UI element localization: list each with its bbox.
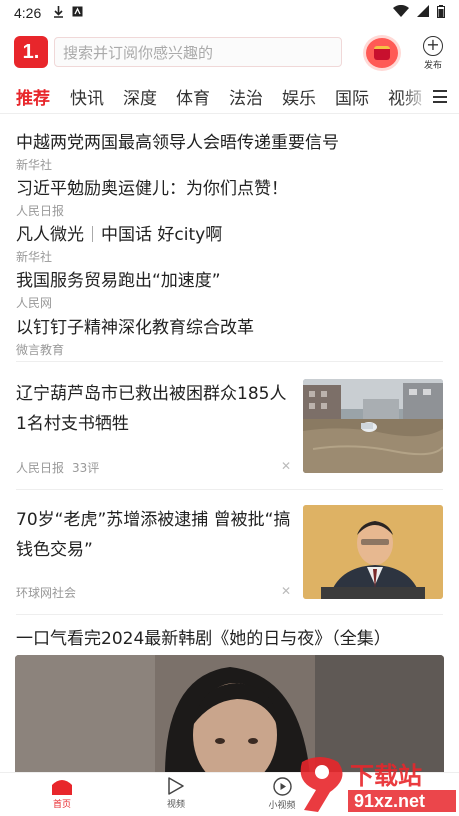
title-separator [92,226,93,242]
dismiss-icon[interactable]: ✕ [281,584,291,598]
tab-sports[interactable]: 体育 [176,84,210,109]
headline-title-part-a: 凡人微光 [16,225,84,245]
wifi-icon [393,4,409,21]
list-item[interactable]: 中越两党两国最高领导人会晤传递重要信号 新华社 [16,128,339,173]
svg-text:91xz.net: 91xz.net [354,791,425,811]
news-thumbnail [303,505,443,599]
signal-icon [417,5,429,21]
headline-source: 微言教育 [16,343,65,357]
short-video-icon [272,777,292,796]
search-placeholder: 搜索并订阅你感兴趣的 [63,43,214,62]
nav-video-label: 视频 [166,800,185,810]
svg-text:下载站: 下载站 [350,762,422,790]
plus-icon: + [423,36,443,56]
headline-title: 中越两党两国最高领导人会晤传递重要信号 [16,133,339,153]
headline-title-part-b: 中国话 好city啊 [101,225,223,245]
app-notification-icon [72,6,83,20]
news-title: 辽宁葫芦岛市已救出被困群众185人 1名村支书牺牲 [16,384,287,434]
publish-button[interactable]: + 发布 [420,36,446,71]
headline-source: 人民日报 [16,204,65,218]
channel-menu-icon[interactable] [433,90,447,103]
battery-icon [437,4,445,22]
headline-title: 凡人微光 中国话 好city啊 [16,220,222,245]
news-thumbnail [303,379,443,473]
comment-count: 33评 [72,461,100,475]
news-meta: 环球网社会 [16,584,76,601]
channel-tabs: 推荐 快讯 深度 体育 法治 娱乐 国际 视频 [0,80,459,114]
news-item[interactable]: 70岁“老虎”苏增添被逮捕 曾被批“搞钱色交易” 环球网社会 ✕ [16,505,443,601]
list-item[interactable]: 以钉钉子精神深化教育综合改革 微言教育 [16,313,254,358]
home-icon [52,780,72,795]
tab-flash[interactable]: 快讯 [70,84,104,109]
play-icon [168,777,184,795]
tab-international[interactable]: 国际 [335,84,369,109]
tab-depth[interactable]: 深度 [123,84,157,109]
dismiss-icon[interactable]: ✕ [281,459,291,473]
watermark-logo: 下载站 91xz.net [290,752,459,816]
app-logo[interactable]: 1. [14,36,48,68]
list-item[interactable]: 凡人微光 中国话 好city啊 新华社 [16,220,222,265]
divider [16,361,443,362]
news-title: 70岁“老虎”苏增添被逮捕 曾被批“搞钱色交易” [16,510,291,560]
list-item[interactable]: 习近平勉励奥运健儿：为你们点赞！ 人民日报 [16,174,288,219]
news-meta: 人民日报 33评 [16,459,99,476]
headline-source: 新华社 [16,158,53,172]
news-source: 环球网社会 [16,586,77,600]
divider [16,489,443,490]
publish-label: 发布 [423,61,442,71]
headline-source: 人民网 [16,296,53,310]
tab-recommend[interactable]: 推荐 [16,84,50,109]
divider [16,614,443,615]
tab-law[interactable]: 法治 [229,84,263,109]
red-packet-icon[interactable] [366,38,398,68]
logo-text: 1. [22,40,40,63]
video-title[interactable]: 一口气看完2024最新韩剧《她的日与夜》（全集） [16,624,391,649]
headline-source: 新华社 [16,250,53,264]
search-input[interactable]: 搜索并订阅你感兴趣的 [54,37,342,67]
nav-video[interactable]: 视频 [146,777,206,810]
headline-title: 习近平勉励奥运健儿：为你们点赞！ [16,179,288,199]
list-item[interactable]: 我国服务贸易跑出“加速度” 人民网 [16,266,221,311]
status-bar: 4:26 [0,0,459,26]
nav-home[interactable]: 首页 [32,777,92,810]
headline-title: 我国服务贸易跑出“加速度” [16,271,221,291]
news-source: 人民日报 [16,461,65,475]
news-item[interactable]: 辽宁葫芦岛市已救出被困群众185人 1名村支书牺牲 人民日报 33评 ✕ [16,379,443,475]
tab-entertainment[interactable]: 娱乐 [282,84,316,109]
nav-home-label: 首页 [52,800,71,810]
download-icon [53,5,64,21]
app-header: 1. 搜索并订阅你感兴趣的 + 发布 [0,28,459,76]
status-time: 4:26 [14,5,42,21]
headline-title: 以钉钉子精神深化教育综合改革 [16,318,254,338]
